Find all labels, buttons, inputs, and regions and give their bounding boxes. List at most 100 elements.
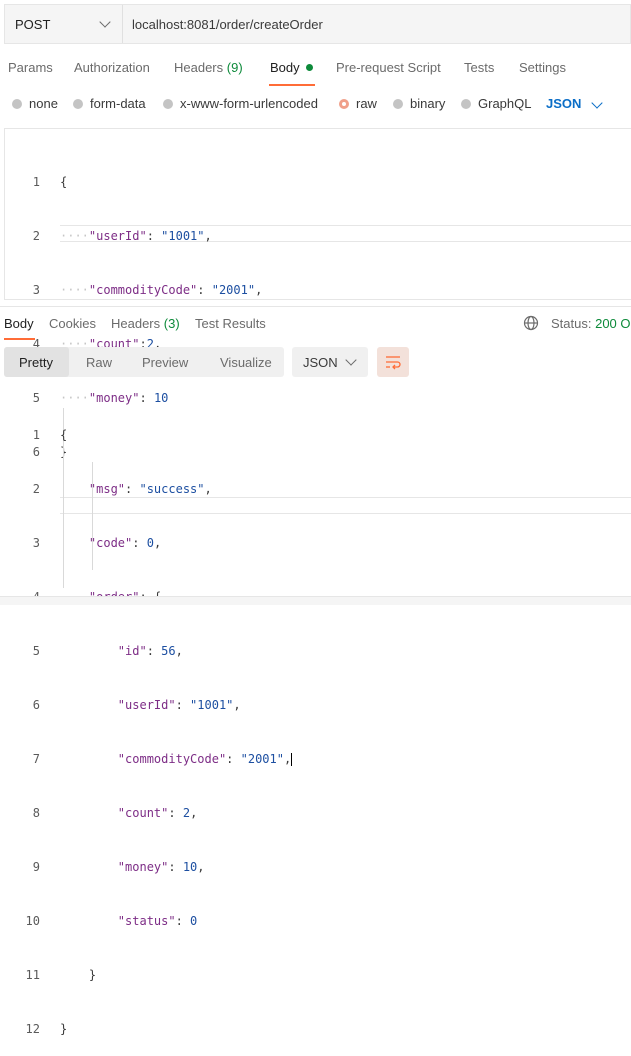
view-preview[interactable]: Preview [142,355,188,370]
line-number: 9 [32,860,40,874]
json-value: "1001" [161,229,205,243]
json-value: 0 [190,914,198,928]
body-format-label: JSON [546,96,582,111]
globe-icon[interactable] [523,315,539,331]
chevron-down-icon [591,97,603,109]
radio-form-data[interactable]: form-data [73,96,146,111]
response-code[interactable]: { "msg": "success", "code": 0, "order": … [60,390,293,1056]
status-label: Status: [551,316,592,331]
line-number: 1 [32,175,40,189]
json-value: "2001" [211,283,256,297]
radio-binary[interactable]: binary [393,96,445,111]
json-key: "count" [117,806,169,820]
radio-circle-icon [461,98,471,109]
brace-open: { [60,428,68,442]
radio-none[interactable]: none [12,96,58,111]
radio-circle-icon [163,98,173,109]
radio-circle-icon [12,98,22,109]
response-headers-count: (3) [163,316,180,331]
line-number: 5 [32,644,40,658]
tab-headers-label: Headers [174,60,224,75]
tab-settings[interactable]: Settings [519,60,566,75]
radio-binary-label: binary [410,96,446,111]
radio-urlencoded[interactable]: x-www-form-urlencoded [163,96,318,111]
radio-raw-label: raw [356,96,377,111]
response-tab-test-results[interactable]: Test Results [195,316,266,331]
json-value: "2001" [240,752,284,766]
response-tab-headers[interactable]: Headers (3) [111,316,180,331]
brace-close: } [88,968,97,982]
line-number: 10 [25,914,40,928]
pane-divider[interactable] [0,306,631,307]
radio-selected-icon [339,98,349,109]
method-label: POST [15,17,51,32]
json-key: "id" [117,644,147,658]
line-number: 1 [32,428,40,442]
view-pretty[interactable]: Pretty [19,355,53,370]
brace-open: { [60,175,68,189]
tab-headers[interactable]: Headers (9) [174,60,243,75]
headers-count: (9) [226,60,243,75]
line-number: 3 [32,536,40,550]
radio-graphql[interactable]: GraphQL [461,96,531,111]
active-response-tab-indicator [4,338,35,340]
response-format-label: JSON [303,355,338,370]
status-value: 200 OK [595,316,631,331]
line-number: 8 [32,806,40,820]
json-value: 10 [182,860,198,874]
url-bar: POST localhost:8081/order/createOrder [4,4,631,44]
response-line-numbers: 1 2 3 4 5 6 7 8 9 10 11 12 [22,390,40,1056]
chevron-down-icon [99,16,111,28]
json-value: "success" [139,482,205,496]
tab-params[interactable]: Params [8,60,53,75]
line-number: 2 [32,229,40,243]
line-number: 7 [32,752,40,766]
method-select[interactable]: POST [5,5,123,43]
active-tab-indicator [269,84,315,86]
line-number: 11 [25,968,40,982]
radio-graphql-label: GraphQL [478,96,532,111]
tab-authorization[interactable]: Authorization [74,60,150,75]
tab-pre-request-script[interactable]: Pre-request Script [336,60,441,75]
json-key: "money" [117,860,169,874]
url-input[interactable]: localhost:8081/order/createOrder [132,17,323,32]
json-value: 2 [182,806,191,820]
line-number: 6 [32,698,40,712]
radio-raw[interactable]: raw [339,96,377,111]
radio-urlencoded-label: x-www-form-urlencoded [180,96,318,111]
radio-none-label: none [29,96,58,111]
chevron-down-icon [345,354,357,366]
text-cursor [291,753,293,766]
radio-circle-icon [393,98,403,109]
wrap-lines-button[interactable] [377,347,409,377]
json-key: "userId" [117,698,176,712]
line-number: 12 [25,1022,40,1036]
view-visualize[interactable]: Visualize [220,355,272,370]
json-key: "commodityCode" [88,283,198,297]
wrap-lines-icon [386,356,401,370]
response-status: Status: 200 OK [551,316,631,331]
radio-circle-icon [73,98,83,109]
view-raw[interactable]: Raw [86,355,112,370]
json-value: 0 [146,536,154,550]
tab-body[interactable]: Body [270,60,313,75]
response-tab-body[interactable]: Body [4,316,34,331]
tab-body-label: Body [270,60,300,75]
modified-dot-icon [305,64,313,72]
json-key: "status" [117,914,176,928]
json-key: "userId" [88,229,147,243]
brace-close: } [60,1022,68,1036]
response-format-select[interactable]: JSON [292,347,368,377]
line-number: 2 [32,482,40,496]
json-key: "msg" [88,482,126,496]
body-format-select[interactable]: JSON [546,96,581,111]
json-key: "commodityCode" [117,752,227,766]
json-value: 56 [161,644,176,658]
response-tab-cookies[interactable]: Cookies [49,316,96,331]
line-number: 3 [32,283,40,297]
radio-form-data-label: form-data [90,96,146,111]
tab-tests[interactable]: Tests [464,60,494,75]
response-tab-headers-label: Headers [111,316,161,331]
json-key: "code" [88,536,133,550]
json-value: "1001" [190,698,234,712]
